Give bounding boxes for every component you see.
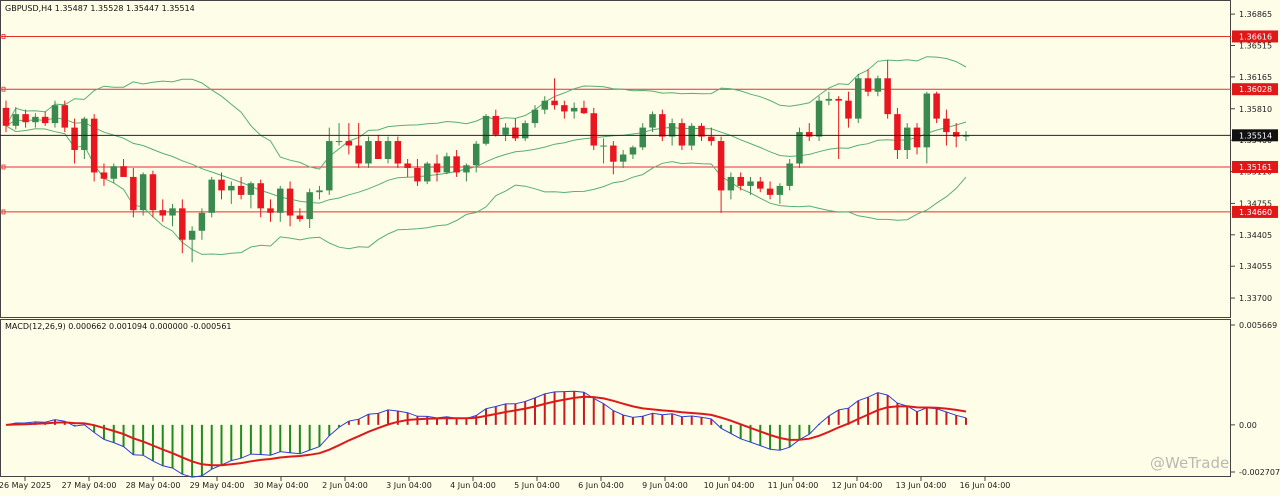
candle — [796, 127, 803, 168]
time-tick-label: 9 Jun 04:00 — [642, 481, 688, 490]
time-tick-label: 27 May 04:00 — [62, 481, 117, 490]
time-tick-label: 28 May 04:00 — [126, 481, 181, 490]
candle — [139, 172, 147, 216]
time-tick-label: 26 May 2025 — [0, 481, 51, 490]
candle — [521, 120, 529, 142]
current-price-label: 1.35514 — [1239, 131, 1272, 140]
macd-info: MACD(12,26,9) 0.000662 0.001094 0.000000… — [5, 322, 232, 331]
time-tick-label: 5 Jun 04:00 — [514, 481, 560, 490]
level-label: 1.36028 — [1239, 85, 1272, 94]
time-tick-label: 30 May 04:00 — [254, 481, 309, 490]
price-tick-label: 1.36865 — [1239, 10, 1272, 19]
level-label: 1.35161 — [1239, 163, 1272, 172]
price-tick-label: 1.33700 — [1239, 294, 1272, 303]
candle — [678, 118, 686, 151]
time-tick-label: 29 May 04:00 — [190, 481, 245, 490]
price-tick-label: 1.34405 — [1239, 231, 1272, 240]
time-tick-label: 3 Jun 04:00 — [386, 481, 432, 490]
candle — [365, 136, 372, 168]
macd-tick-label: 0.00 — [1239, 421, 1257, 430]
time-tick-label: 10 Jun 04:00 — [704, 481, 755, 490]
macd-tick-label: -0.002707 — [1239, 468, 1280, 477]
candle — [423, 161, 431, 185]
candle — [815, 96, 823, 142]
time-tick-label: 6 Jun 04:00 — [578, 481, 624, 490]
candle — [590, 107, 598, 151]
chart-root: 1.368651.365151.361651.358101.354601.351… — [0, 0, 1280, 492]
candle — [854, 73, 862, 124]
time-tick-label: 13 Jun 04:00 — [896, 481, 947, 490]
candle — [659, 109, 666, 142]
time-tick-label: 11 Jun 04:00 — [768, 481, 819, 490]
time-tick-label: 12 Jun 04:00 — [832, 481, 883, 490]
price-tick-label: 1.35810 — [1239, 105, 1272, 114]
candle — [482, 114, 490, 146]
candle — [933, 91, 940, 124]
level-label: 1.36616 — [1239, 32, 1272, 41]
watermark-text: @WeTrade — [1150, 454, 1229, 472]
time-tick-label: 2 Jun 04:00 — [322, 481, 368, 490]
price-tick-label: 1.36165 — [1239, 73, 1272, 82]
candle — [90, 114, 98, 182]
candle — [786, 159, 793, 191]
level-label: 1.34660 — [1239, 208, 1272, 217]
price-tick-label: 1.36515 — [1239, 42, 1272, 51]
macd-tick-label: 0.005669 — [1239, 321, 1277, 330]
time-tick-label: 4 Jun 04:00 — [450, 481, 496, 490]
time-tick-label: 16 Jun 04:00 — [960, 481, 1011, 490]
symbol-info: GBPUSD,H4 1.35487 1.35528 1.35447 1.3551… — [5, 4, 195, 13]
candle — [61, 100, 69, 133]
candle — [208, 176, 215, 218]
chart-canvas: 1.368651.365151.361651.358101.354601.351… — [0, 0, 1280, 492]
price-tick-label: 1.34055 — [1239, 262, 1272, 271]
candle — [394, 136, 402, 168]
